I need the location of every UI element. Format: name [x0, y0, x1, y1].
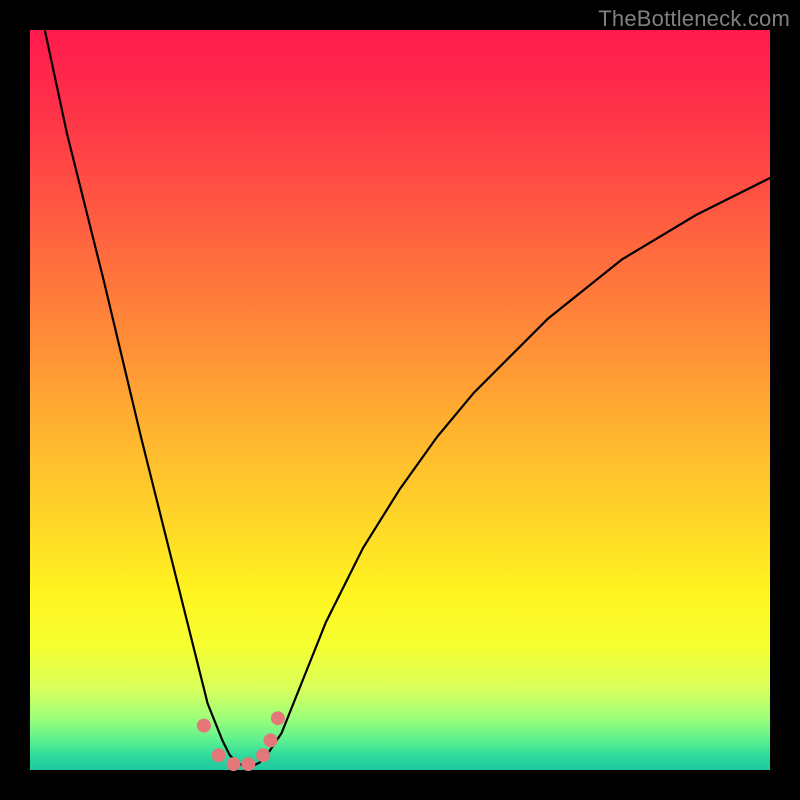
plot-area: [30, 30, 770, 770]
data-marker: [256, 748, 270, 762]
marker-group: [197, 711, 285, 771]
data-marker: [197, 719, 211, 733]
curve-svg: [30, 30, 770, 770]
data-marker: [264, 733, 278, 747]
data-marker: [241, 757, 255, 771]
data-marker: [271, 711, 285, 725]
bottleneck-curve: [45, 30, 770, 766]
data-marker: [212, 748, 226, 762]
data-marker: [227, 757, 241, 771]
watermark-text: TheBottleneck.com: [598, 6, 790, 32]
chart-frame: TheBottleneck.com: [0, 0, 800, 800]
